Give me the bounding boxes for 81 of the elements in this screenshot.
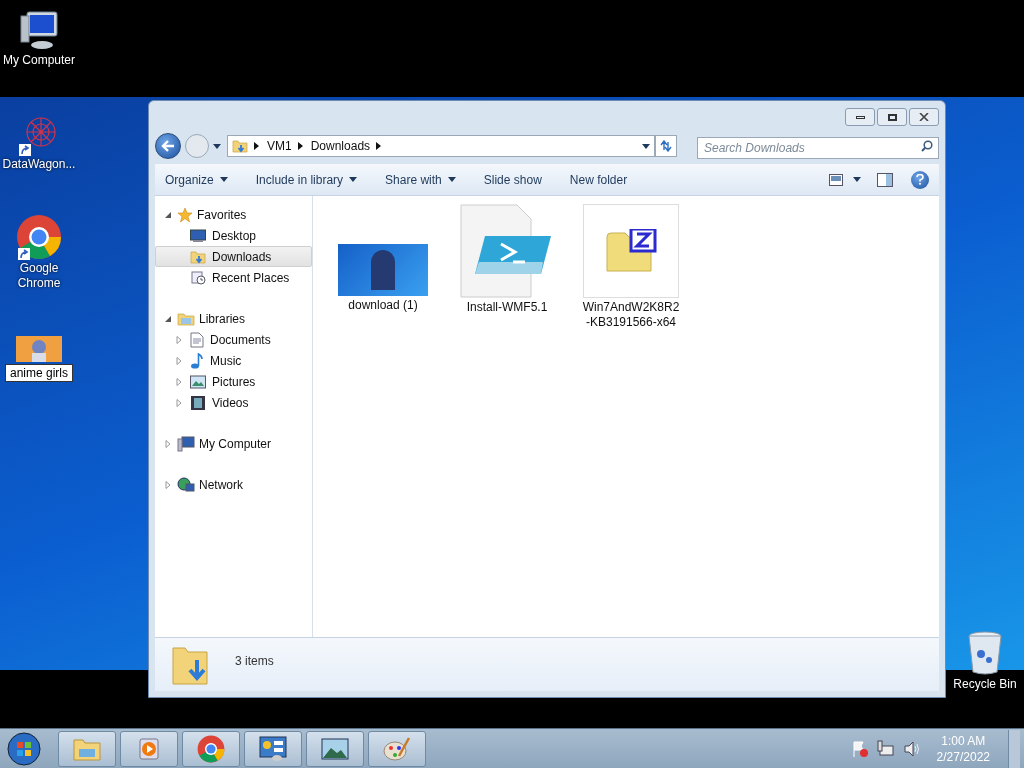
nav-group-item[interactable]: Libraries (155, 308, 312, 329)
picture-viewer-icon (321, 737, 349, 760)
caret-icon (853, 177, 861, 182)
library-icon (177, 310, 195, 327)
paint-palette-icon (383, 735, 411, 762)
back-arrow-icon (161, 140, 175, 152)
taskbar-button[interactable] (244, 730, 302, 767)
control-panel-icon (259, 735, 287, 762)
toolbar-button[interactable]: Share with (385, 170, 456, 189)
nav-item[interactable]: Videos (155, 392, 312, 413)
file-item[interactable]: Install-WMF5.1 (457, 204, 557, 315)
film-strip-icon (190, 394, 206, 411)
folder-icon (73, 736, 101, 761)
recent-places-icon (190, 269, 206, 286)
file-item[interactable]: download (1) (333, 204, 433, 313)
nav-group-item[interactable]: Network (155, 474, 312, 495)
chevron-right-icon[interactable] (297, 142, 303, 150)
help-button[interactable] (911, 170, 929, 189)
network-icon (177, 476, 195, 493)
file-item[interactable]: Win7AndW2K8R2-KB3191566-x64 (581, 204, 681, 330)
nav-item[interactable]: Documents (155, 329, 312, 350)
recycle-bin-icon (967, 630, 1003, 676)
nav-item[interactable]: Recent Places (155, 267, 312, 288)
nav-group-item[interactable]: Favorites (155, 204, 312, 225)
breadcrumb-link[interactable]: VM1 (267, 137, 292, 155)
refresh-arrows-icon (659, 140, 673, 152)
computer-icon (17, 8, 61, 52)
minimize-button[interactable] (845, 108, 875, 126)
download-folder-icon (232, 138, 248, 154)
close-icon (919, 113, 929, 121)
taskbar-button[interactable] (306, 730, 364, 767)
taskbar-button[interactable] (182, 730, 240, 767)
play-icon (137, 736, 161, 761)
desktop-icon-label[interactable]: My Computer (1, 53, 77, 68)
network-icon[interactable] (876, 739, 895, 758)
archive-file-icon (583, 204, 679, 298)
search-field[interactable]: Search Downloads (697, 137, 939, 159)
browser-icon (16, 214, 62, 260)
toolbar-button[interactable]: New folder (569, 170, 628, 189)
document-icon (190, 331, 204, 348)
action-center-flag-icon[interactable] (850, 739, 869, 758)
file-name: download (1) (347, 298, 419, 313)
toolbar-button[interactable]: Slide show (483, 170, 542, 189)
breadcrumb-link[interactable]: Downloads (310, 137, 371, 155)
file-name: Install-WMF5.1 (465, 300, 549, 315)
computer-icon (177, 435, 195, 452)
question-mark-icon (916, 174, 924, 185)
nav-item[interactable]: Desktop (155, 225, 312, 246)
start-button[interactable] (4, 730, 44, 767)
picture-icon (190, 374, 206, 389)
nav-item[interactable]: Music (155, 350, 312, 371)
star-icon (177, 206, 193, 223)
download-folder-icon (190, 248, 206, 265)
browser-icon (197, 734, 225, 763)
picture-thumbnail-icon (16, 336, 62, 362)
view-options-button[interactable] (829, 173, 861, 186)
toolbar-button[interactable]: Organize (165, 170, 228, 189)
desktop-icon-label[interactable]: Recycle Bin (947, 677, 1023, 692)
nav-item[interactable]: Pictures (155, 371, 312, 392)
item-count: 3 items (235, 653, 274, 670)
close-button[interactable] (909, 108, 939, 126)
refresh-button[interactable] (655, 135, 677, 157)
speaker-icon[interactable] (902, 739, 921, 758)
desktop-icon-label[interactable]: DataWagon... (1, 157, 77, 172)
desktop-icon (190, 228, 206, 243)
preview-pane-button[interactable] (877, 172, 893, 187)
caret-icon (642, 143, 650, 149)
desktop-icon-label[interactable]: Google Chrome (1, 261, 77, 291)
chevron-right-icon[interactable] (376, 142, 382, 150)
restore-button[interactable] (877, 108, 907, 126)
file-name: Win7AndW2K8R2-KB3191566-x64 (581, 300, 681, 330)
toolbar-button[interactable]: Include in library (255, 170, 358, 189)
address-bar[interactable]: VM1 Downloads (227, 135, 655, 157)
chevron-right-icon[interactable] (254, 142, 259, 150)
desktop-icon-label[interactable]: anime girls (5, 364, 73, 382)
nav-item[interactable]: Downloads (155, 246, 312, 267)
caret-icon (213, 143, 221, 149)
search-icon (921, 140, 933, 152)
music-note-icon (190, 352, 204, 369)
nav-group-item[interactable]: My Computer (155, 433, 312, 454)
back-button[interactable] (155, 133, 181, 159)
